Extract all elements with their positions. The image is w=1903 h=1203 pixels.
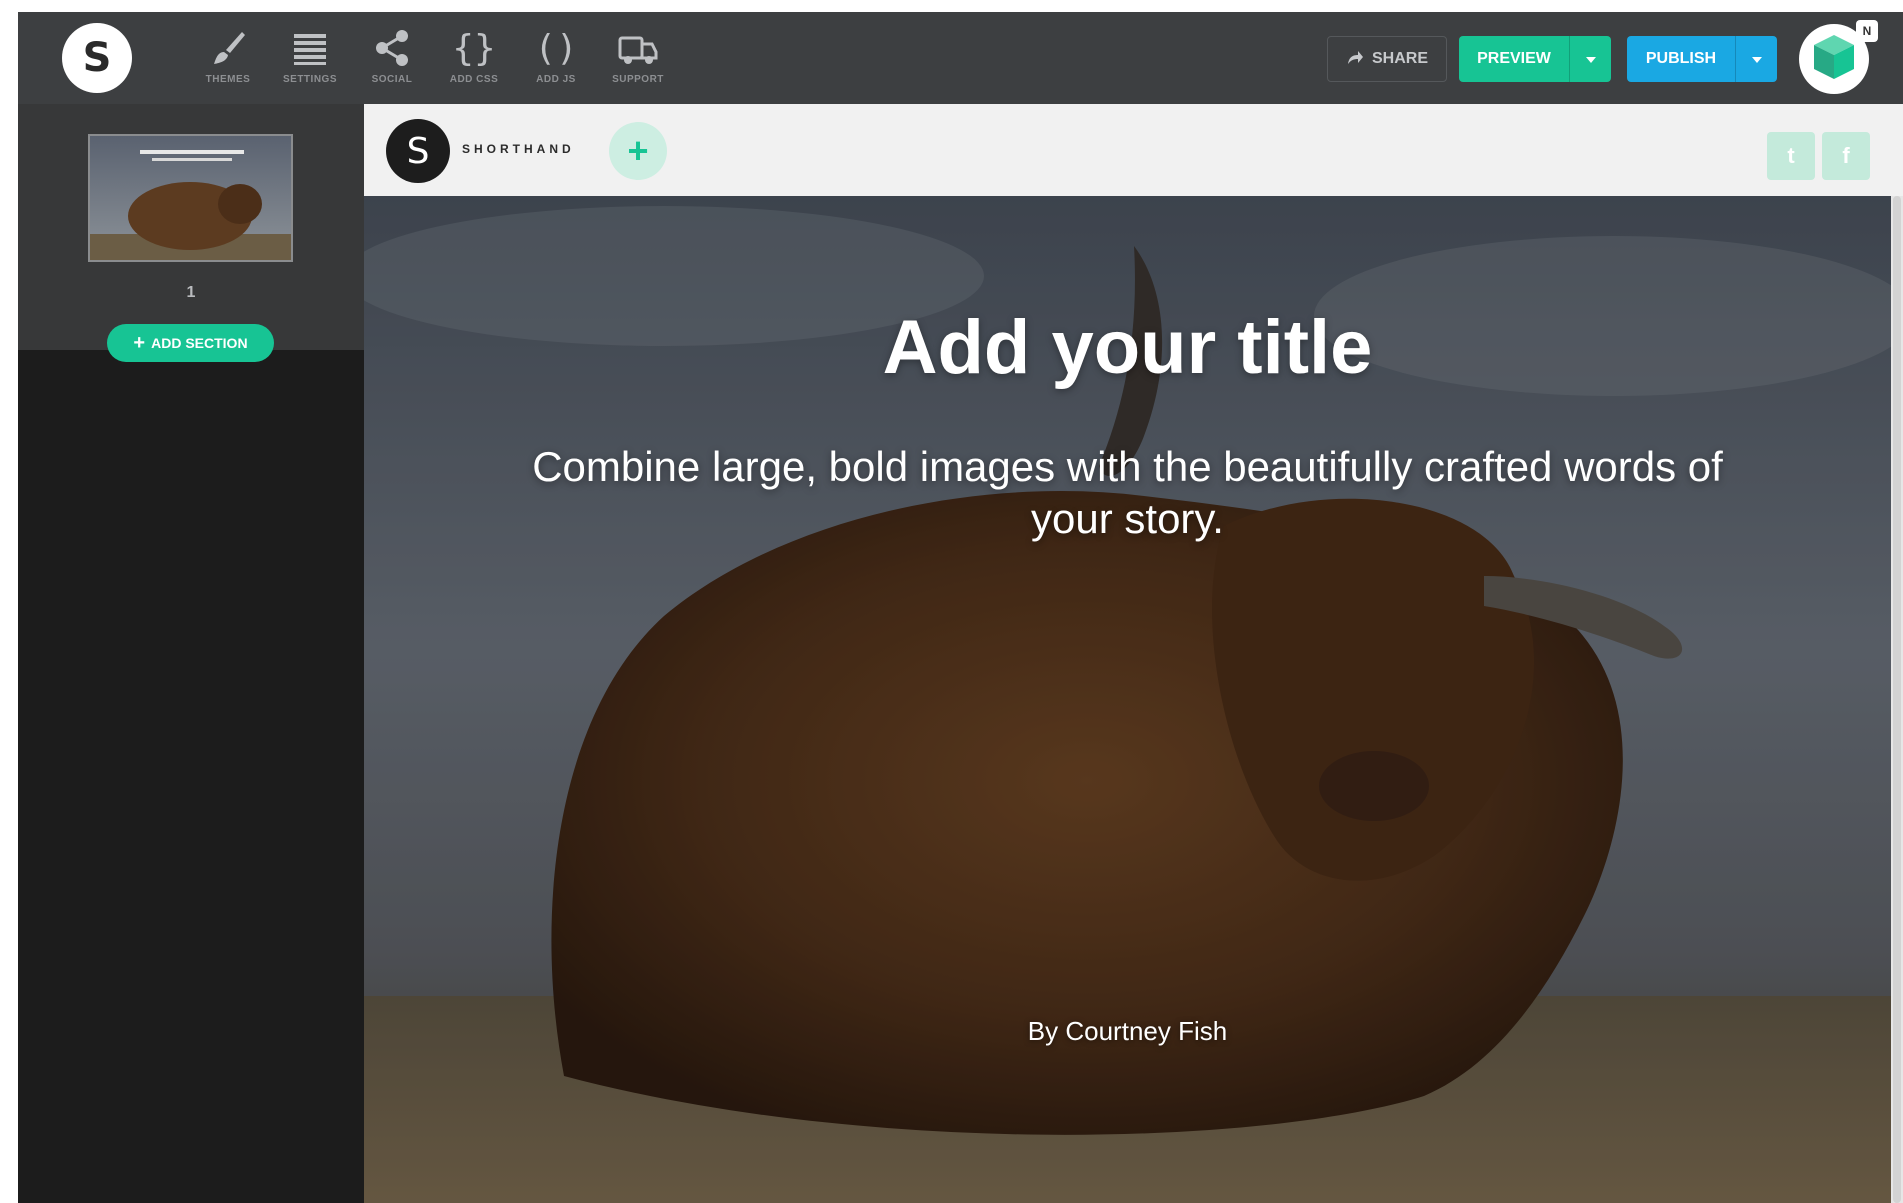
scrollbar-thumb[interactable] — [1893, 196, 1901, 1203]
twitter-icon: t — [1787, 143, 1795, 168]
share-arrow-icon — [1346, 49, 1364, 70]
sections-sidebar: 1 + ADD SECTION — [18, 104, 364, 1203]
add-js-tool[interactable]: () ADD JS — [518, 26, 594, 96]
story-brand: SHORTHAND — [462, 142, 575, 156]
twitter-share-button[interactable]: t — [1767, 132, 1815, 180]
add-section-button[interactable]: + ADD SECTION — [107, 324, 274, 362]
publish-dropdown-button[interactable] — [1735, 36, 1777, 82]
publish-split-button: PUBLISH — [1627, 36, 1777, 82]
share-icon — [370, 26, 414, 70]
add-css-tool[interactable]: {} ADD CSS — [436, 26, 512, 96]
app-logo[interactable]: S — [62, 23, 132, 93]
story-canvas: S SHORTHAND + t f Add your title Combine… — [364, 104, 1903, 1203]
add-css-label: ADD CSS — [449, 74, 499, 85]
preview-button[interactable]: PREVIEW — [1459, 36, 1569, 82]
share-button[interactable]: SHARE — [1327, 36, 1447, 82]
plus-icon: + — [627, 130, 649, 171]
themes-tool[interactable]: THEMES — [190, 26, 266, 96]
facebook-icon: f — [1842, 143, 1850, 168]
brush-icon — [206, 26, 250, 70]
preview-split-button: PREVIEW — [1459, 36, 1611, 82]
themes-label: THEMES — [205, 74, 251, 85]
add-header-item-button[interactable]: + — [609, 122, 667, 180]
story-header: S SHORTHAND + t f — [364, 104, 1903, 196]
caret-down-icon — [1751, 50, 1762, 68]
section-thumbnail-image — [90, 136, 291, 260]
section-number: 1 — [186, 284, 196, 301]
settings-label: SETTINGS — [282, 74, 337, 85]
editor-app: S THEMES SETTINGS SOCIAL {} ADD CSS () A… — [18, 12, 1903, 1203]
plus-icon: + — [133, 332, 146, 354]
add-section-label: ADD SECTION — [151, 335, 248, 351]
curly-braces-icon: {} — [452, 27, 496, 69]
cube-avatar-icon — [1808, 31, 1860, 88]
social-tool[interactable]: SOCIAL — [354, 26, 430, 96]
share-label: SHARE — [1371, 50, 1428, 67]
story-title[interactable]: Add your title — [364, 304, 1891, 391]
preview-dropdown-button[interactable] — [1569, 36, 1611, 82]
settings-tool[interactable]: SETTINGS — [272, 26, 348, 96]
list-icon — [288, 26, 332, 70]
support-label: SUPPORT — [612, 74, 664, 85]
publish-button[interactable]: PUBLISH — [1627, 36, 1735, 82]
story-logo[interactable]: S — [386, 119, 450, 183]
canvas-scrollbar[interactable] — [1891, 196, 1903, 1203]
section-thumbnail[interactable] — [88, 134, 293, 262]
caret-down-icon — [1585, 50, 1596, 68]
support-tool[interactable]: SUPPORT — [600, 26, 676, 96]
parentheses-icon: () — [534, 27, 578, 69]
title-section[interactable]: Add your title Combine large, bold image… — [364, 196, 1891, 1203]
top-toolbar: S THEMES SETTINGS SOCIAL {} ADD CSS () A… — [18, 12, 1903, 104]
story-subtitle[interactable]: Combine large, bold images with the beau… — [514, 441, 1741, 545]
add-js-label: ADD JS — [536, 74, 576, 85]
story-byline[interactable]: By Courtney Fish — [364, 1016, 1891, 1047]
notification-badge[interactable]: N — [1856, 20, 1878, 42]
social-label: SOCIAL — [371, 74, 413, 85]
support-truck-icon — [616, 26, 660, 70]
facebook-share-button[interactable]: f — [1822, 132, 1870, 180]
